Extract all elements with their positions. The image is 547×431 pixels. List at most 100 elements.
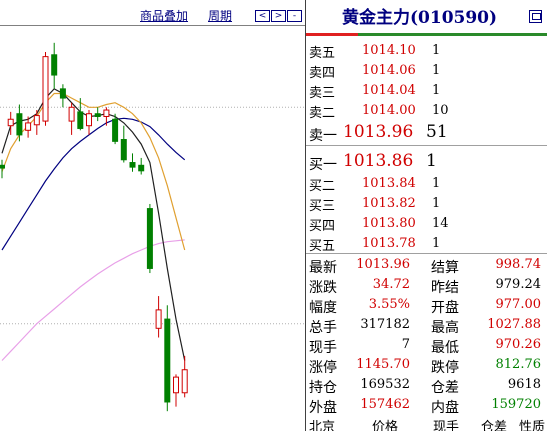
ask-volume: 1 — [432, 43, 441, 58]
stats-row: 总手 317182 最高 1027.88 — [306, 315, 547, 336]
candle-body-down — [59, 88, 66, 99]
stat-label: 开盘 — [431, 300, 459, 316]
accent-bar — [306, 33, 547, 36]
candle-body-down — [94, 113, 101, 117]
symbol-title: 黄金主力(010590) — [342, 8, 498, 28]
bid-row[interactable]: 买五 1013.78 1 — [306, 233, 547, 254]
maximize-button[interactable] — [529, 10, 542, 23]
bid-label: 买四 — [309, 219, 336, 234]
stat-value: 9618 — [507, 377, 541, 392]
candle-body-up — [42, 56, 49, 122]
candle-body-up — [68, 106, 75, 122]
quote-panel: 黄金主力(010590) 卖五 1014.10 1 卖四 1014.06 1 卖三 1014.… — [306, 0, 547, 431]
bid-row[interactable]: 买二 1013.84 1 — [306, 173, 547, 194]
bid-volume: 1 — [432, 176, 441, 191]
candle-body-up — [86, 113, 92, 127]
quote-header: 黄金主力(010590) — [306, 0, 547, 33]
stats-row: 持仓 169532 仓差 9618 — [306, 375, 547, 396]
stat-label: 跌停 — [431, 360, 459, 376]
scroll-right-button[interactable]: > — [271, 10, 286, 22]
ask-volume: 10 — [432, 103, 449, 118]
ask-label: 卖三 — [309, 86, 336, 101]
ma-line-pink — [1, 239, 185, 361]
ask-volume: 1 — [432, 83, 441, 98]
bid-price: 1013.84 — [362, 176, 416, 191]
stats-separator — [306, 253, 547, 254]
stat-label: 昨结 — [431, 280, 459, 296]
stat-value: 169532 — [360, 377, 410, 392]
bid-volume: 1 — [432, 196, 441, 211]
stat-label: 最新 — [309, 260, 337, 276]
ask-label: 卖二 — [309, 106, 336, 121]
stat-value: 977.00 — [495, 297, 542, 312]
stats-row: 最新 1013.96 结算 998.74 — [306, 255, 547, 276]
bid-price: 1013.82 — [362, 196, 416, 211]
chart-toolbar: 商品叠加 周期 < > - — [0, 0, 306, 26]
ask-volume: 51 — [426, 122, 448, 142]
candle-body-down — [138, 164, 145, 172]
stat-label: 幅度 — [309, 300, 337, 316]
footer-col-type: 性质 — [519, 420, 546, 431]
ask-label: 卖一 — [309, 128, 337, 144]
book-separator — [306, 145, 547, 146]
stat-value: 1027.88 — [487, 317, 541, 332]
candle-body-up — [7, 118, 14, 127]
stat-label: 涨停 — [309, 360, 337, 376]
bid-row[interactable]: 买三 1013.82 1 — [306, 193, 547, 214]
ask-row[interactable]: 卖二 1014.00 10 — [306, 100, 547, 121]
footer-col-price: 价格 — [372, 420, 399, 431]
stat-label: 涨跌 — [309, 280, 337, 296]
stats-row: 涨跌 34.72 昨结 979.24 — [306, 275, 547, 296]
ask-row[interactable]: 卖四 1014.06 1 — [306, 60, 547, 81]
kline-chart[interactable] — [0, 27, 306, 431]
candle-body-down — [146, 208, 153, 269]
stat-value: 970.26 — [495, 337, 542, 352]
candle-body-down — [77, 111, 84, 129]
candle-body-up — [155, 309, 162, 329]
period-link[interactable]: 周期 — [208, 9, 232, 23]
bid-label: 买二 — [309, 179, 336, 194]
stat-label: 仓差 — [431, 380, 459, 396]
bid-label: 买五 — [309, 239, 336, 254]
stat-label: 最低 — [431, 340, 459, 356]
candle-body-down — [120, 139, 127, 161]
stat-label: 最高 — [431, 320, 459, 336]
stat-value: 157462 — [360, 397, 410, 412]
candle-body-up — [25, 122, 32, 131]
stat-value: 998.74 — [495, 257, 542, 272]
stat-label: 结算 — [431, 260, 459, 276]
bid-label: 买三 — [309, 199, 336, 214]
bid-label: 买一 — [309, 157, 337, 173]
ask-row[interactable]: 卖五 1014.10 1 — [306, 40, 547, 61]
ask-price: 1014.06 — [362, 63, 416, 78]
stats-row: 幅度 3.55% 开盘 977.00 — [306, 295, 547, 316]
ask-price: 1014.04 — [362, 83, 416, 98]
candle-body-down — [51, 54, 58, 76]
stat-label: 持仓 — [309, 380, 337, 396]
overlay-commodity-link[interactable]: 商品叠加 — [140, 9, 188, 23]
stat-value: 159720 — [491, 397, 541, 412]
stat-value: 1013.96 — [356, 257, 410, 272]
footer-col-volume: 现手 — [433, 420, 460, 431]
scroll-left-button[interactable]: < — [255, 10, 270, 22]
candle-body-up — [173, 376, 179, 394]
ask-row[interactable]: 卖一 1013.96 51 — [306, 121, 547, 145]
candle-body-down — [129, 162, 136, 168]
bid-row[interactable]: 买一 1013.86 1 — [306, 150, 547, 174]
ask-row[interactable]: 卖三 1014.04 1 — [306, 80, 547, 101]
kline-chart-area[interactable]: 商品叠加 周期 < > - — [0, 0, 306, 431]
stat-value: 317182 — [360, 317, 410, 332]
ask-label: 卖四 — [309, 66, 336, 81]
candle-body-down — [164, 318, 171, 403]
zoom-button[interactable]: - — [287, 10, 302, 22]
bid-volume: 1 — [432, 236, 441, 251]
candle-body-up — [181, 369, 188, 394]
stat-value: 7 — [401, 337, 410, 352]
stats-row: 涨停 1145.70 跌停 812.76 — [306, 355, 547, 376]
footer-col-position: 仓差 — [481, 420, 508, 431]
candle-body-up — [103, 109, 110, 117]
bid-row[interactable]: 买四 1013.80 14 — [306, 213, 547, 234]
ask-price: 1014.10 — [362, 43, 416, 58]
stat-value: 1145.70 — [356, 357, 410, 372]
bid-volume: 14 — [432, 216, 449, 231]
